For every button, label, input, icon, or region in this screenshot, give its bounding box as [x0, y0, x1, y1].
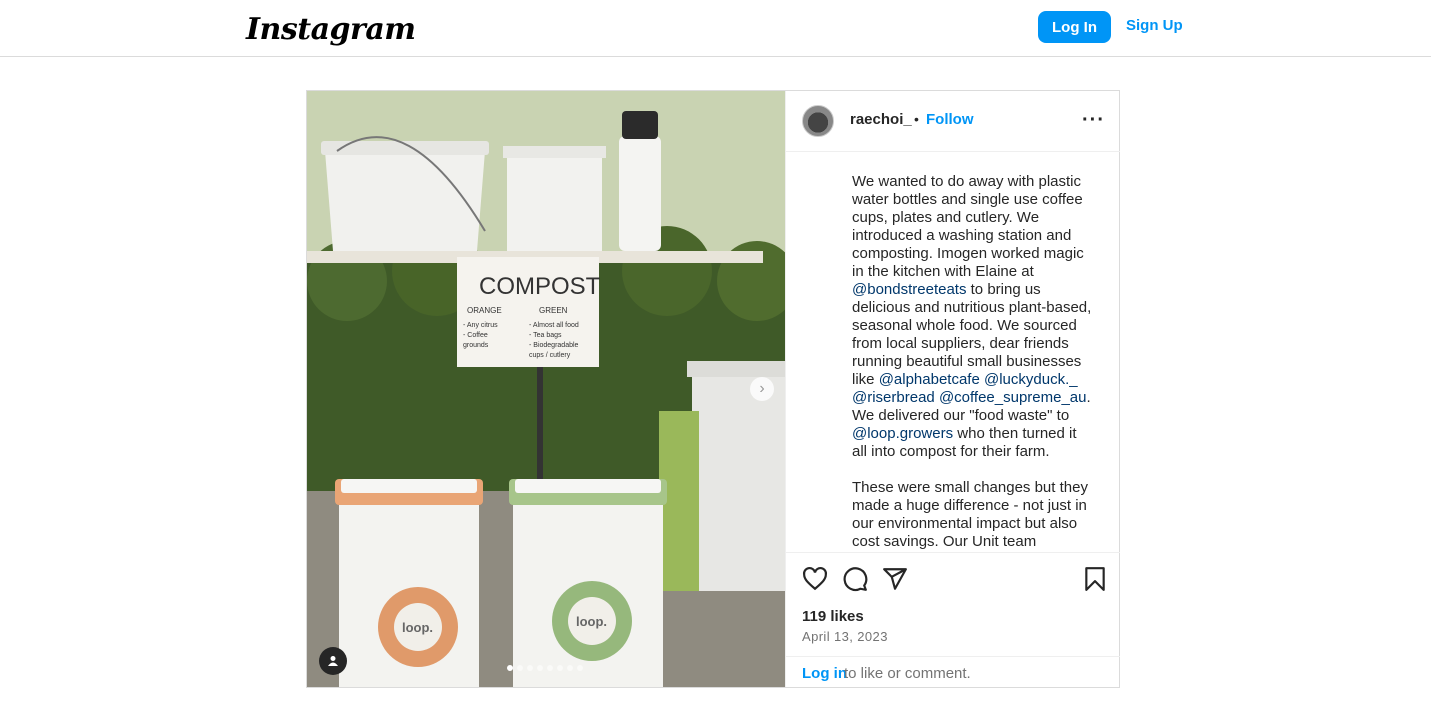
svg-text:- Almost all food: - Almost all food	[529, 322, 579, 329]
svg-text:loop.: loop.	[402, 620, 433, 635]
mention-link[interactable]: @riserbread	[852, 389, 935, 406]
post-card: COMPOST ORANGE GREEN - Any citrus - Coff…	[306, 90, 1120, 688]
comment-icon[interactable]	[842, 566, 868, 592]
mention-link[interactable]: @loop.growers	[852, 425, 953, 442]
heart-icon[interactable]	[802, 566, 828, 592]
comment-bar: Log in to like or comment.	[786, 656, 1120, 687]
comment-prompt-text: to like or comment.	[844, 665, 971, 682]
post-photo: COMPOST ORANGE GREEN - Any citrus - Coff…	[307, 91, 785, 687]
user-icon	[328, 656, 338, 666]
caption-text: We wanted to do away with plastic water …	[852, 173, 1084, 280]
post-username[interactable]: raechoi_	[850, 111, 912, 128]
svg-text:GREEN: GREEN	[539, 306, 568, 315]
svg-text:- Coffee: - Coffee	[463, 332, 488, 339]
instagram-logo[interactable]: Instagram	[246, 12, 416, 47]
svg-text:grounds: grounds	[463, 342, 489, 349]
mention-link[interactable]: @bondstreeteats	[852, 281, 966, 298]
svg-text:cups / cutlery: cups / cutlery	[529, 352, 571, 359]
carousel-dot	[557, 665, 563, 671]
avatar[interactable]	[802, 105, 834, 137]
tagged-users-button[interactable]	[319, 647, 347, 675]
carousel-dot	[537, 665, 543, 671]
top-bar: Instagram Log In Sign Up	[0, 0, 1431, 57]
carousel-dot	[567, 665, 573, 671]
carousel-dot	[527, 665, 533, 671]
signup-link[interactable]: Sign Up	[1126, 17, 1183, 34]
post-date[interactable]: April 13, 2023	[802, 629, 888, 644]
mention-link[interactable]: @luckyduck._	[984, 371, 1078, 388]
svg-text:loop.: loop.	[576, 614, 607, 629]
compost-photo-illustration: COMPOST ORANGE GREEN - Any citrus - Coff…	[307, 91, 785, 687]
post-actions: 119 likes April 13, 2023	[786, 552, 1120, 656]
next-photo-button[interactable]: ›	[750, 377, 774, 401]
follow-button[interactable]: Follow	[926, 111, 974, 128]
carousel-dot	[547, 665, 553, 671]
comment-login-link[interactable]: Log in	[802, 665, 847, 682]
svg-text:- Biodegradable: - Biodegradable	[529, 342, 579, 349]
post-header: raechoi_ • Follow ···	[786, 91, 1120, 152]
more-options-icon[interactable]: ···	[1082, 109, 1105, 132]
chevron-right-icon: ›	[759, 380, 765, 397]
carousel-dot	[517, 665, 523, 671]
post-side-panel: raechoi_ • Follow ··· We wanted to do aw…	[785, 91, 1120, 687]
mention-link[interactable]: @coffee_supreme_au	[939, 389, 1087, 406]
likes-count[interactable]: 119 likes	[802, 608, 864, 625]
svg-text:- Tea bags: - Tea bags	[529, 332, 562, 339]
mention-link[interactable]: @alphabetcafe	[879, 371, 980, 388]
carousel-indicator	[507, 665, 583, 671]
svg-text:- Any citrus: - Any citrus	[463, 322, 498, 329]
post-caption: We wanted to do away with plastic water …	[852, 173, 1092, 551]
bookmark-icon[interactable]	[1082, 566, 1108, 592]
separator-dot: •	[914, 111, 919, 127]
svg-text:ORANGE: ORANGE	[467, 306, 502, 315]
svg-text:COMPOST: COMPOST	[479, 273, 601, 300]
caption-paragraph: These were small changes but they made a…	[852, 479, 1088, 550]
share-icon[interactable]	[882, 566, 908, 592]
carousel-dot	[577, 665, 583, 671]
carousel-dot	[507, 665, 513, 671]
login-button[interactable]: Log In	[1038, 11, 1111, 43]
